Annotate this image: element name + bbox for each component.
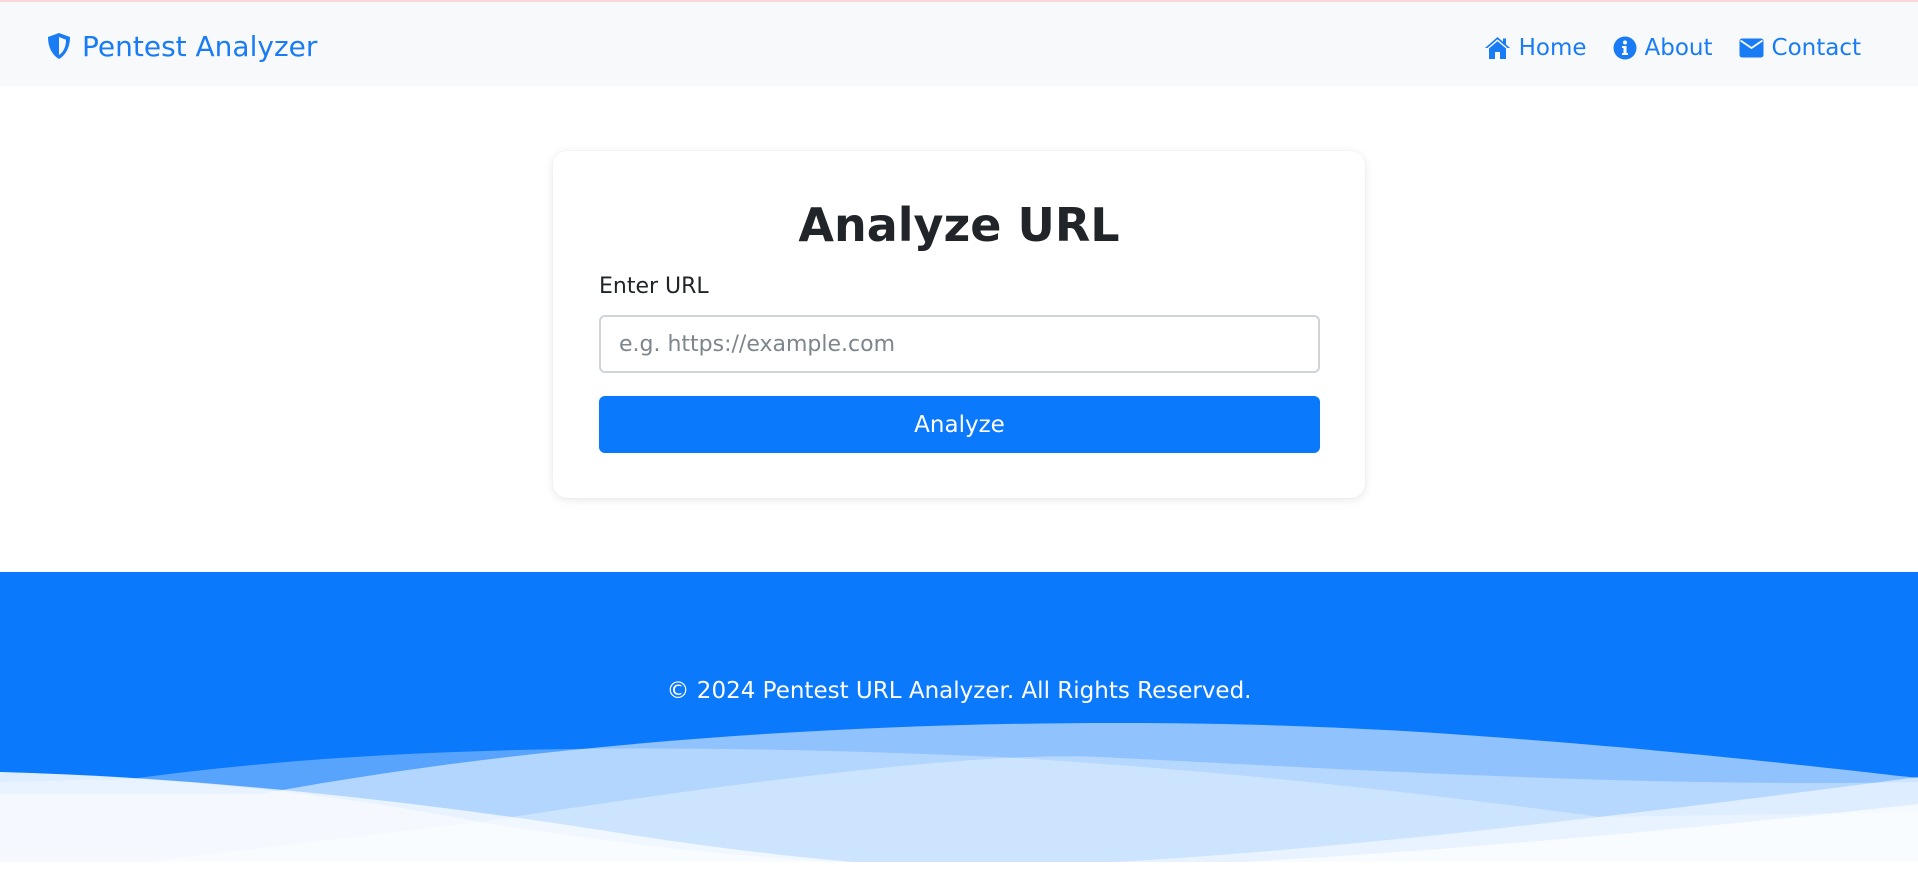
nav-item-contact[interactable]: Contact xyxy=(1739,35,1861,61)
nav-item-about-label: About xyxy=(1644,35,1713,61)
nav-item-contact-label: Contact xyxy=(1771,35,1861,61)
footer: © 2024 Pentest URL Analyzer. All Rights … xyxy=(0,572,1918,879)
footer-copyright: © 2024 Pentest URL Analyzer. All Rights … xyxy=(666,678,1252,704)
info-circle-icon xyxy=(1613,36,1637,60)
url-label: Enter URL xyxy=(599,274,709,299)
nav-item-home[interactable]: Home xyxy=(1484,35,1587,61)
nav-item-home-label: Home xyxy=(1518,35,1587,61)
card-title: Analyze URL xyxy=(798,198,1120,252)
shield-icon xyxy=(46,32,72,60)
navbar: Pentest Analyzer Home About Contact xyxy=(0,2,1918,86)
envelope-icon xyxy=(1739,38,1764,58)
url-input[interactable] xyxy=(599,315,1320,373)
home-icon xyxy=(1484,36,1511,60)
analyze-card: Analyze URL Enter URL Analyze xyxy=(553,151,1365,498)
nav-item-about[interactable]: About xyxy=(1613,35,1713,61)
nav-links: Home About Contact xyxy=(1484,28,1861,68)
brand-link[interactable]: Pentest Analyzer xyxy=(46,26,317,66)
footer-wave-background xyxy=(0,572,1918,879)
analyze-button[interactable]: Analyze xyxy=(599,396,1320,453)
brand-name: Pentest Analyzer xyxy=(82,29,318,63)
